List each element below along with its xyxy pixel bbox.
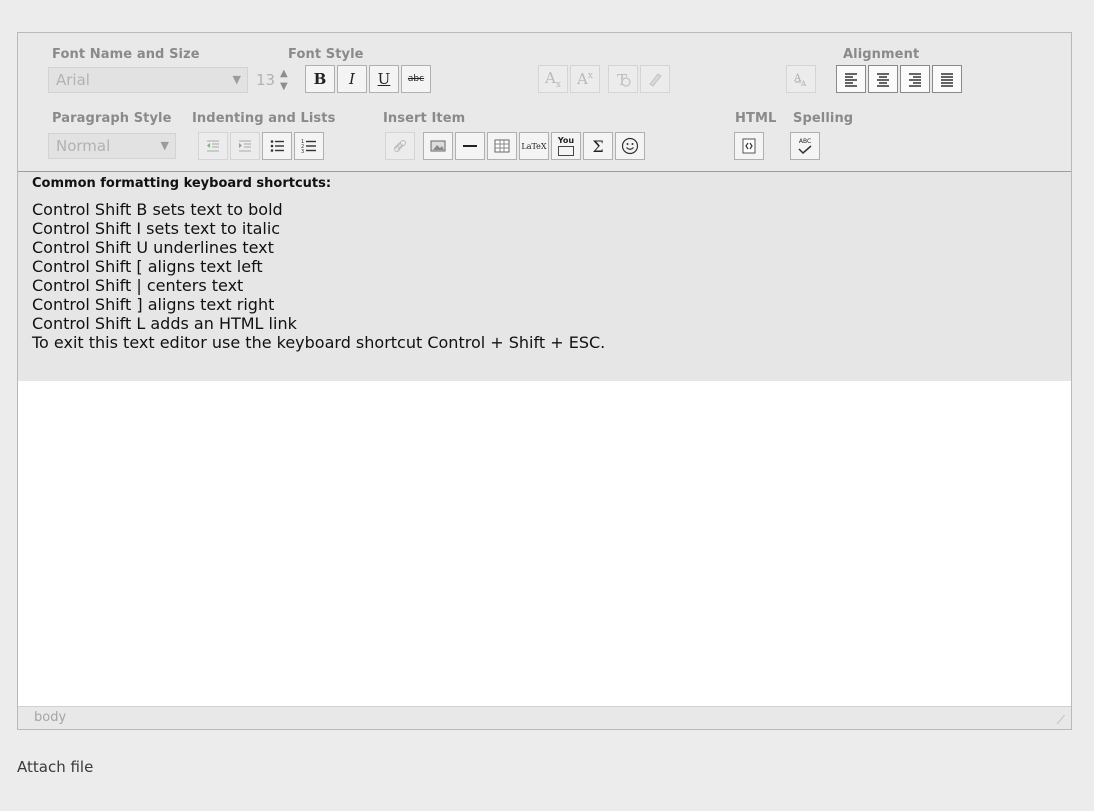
exit-instruction: To exit this text editor use the keyboar… xyxy=(32,333,606,352)
bold-button[interactable]: B xyxy=(305,65,335,93)
bulleted-list-button[interactable] xyxy=(262,132,292,160)
shortcut-line: Control Shift ] aligns text right xyxy=(32,295,275,314)
insert-image-button[interactable] xyxy=(423,132,453,160)
image-icon xyxy=(430,140,446,152)
chevron-down-icon: ▼ xyxy=(160,139,169,152)
sigma-icon: Σ xyxy=(592,136,604,156)
subscript-button[interactable]: Ax xyxy=(538,65,568,93)
font-size-stepper[interactable]: 13 ▲ ▼ xyxy=(256,67,298,93)
italic-icon: I xyxy=(349,70,355,88)
subscript-icon: Ax xyxy=(545,69,561,90)
insert-equation-button[interactable]: Σ xyxy=(583,132,613,160)
html-source-button[interactable] xyxy=(734,132,764,160)
font-name-select[interactable]: Arial ▼ xyxy=(48,67,248,93)
checkmark-icon xyxy=(798,145,812,154)
paragraph-style-select[interactable]: Normal ▼ xyxy=(48,133,176,159)
group-label-font-name-size: Font Name and Size xyxy=(52,47,200,62)
svg-text:A: A xyxy=(800,80,807,88)
insert-latex-button[interactable]: LaTeX xyxy=(519,132,549,160)
shortcut-line: Control Shift L adds an HTML link xyxy=(32,314,297,333)
indent-icon xyxy=(239,140,251,152)
strikethrough-icon: abc xyxy=(407,74,425,84)
font-size-value: 13 xyxy=(256,71,276,89)
shortcut-line: Control Shift U underlines text xyxy=(32,238,274,257)
spinner-arrows-icon: ▲ ▼ xyxy=(280,68,288,92)
subscript-mark: x xyxy=(555,79,561,90)
group-label-spelling: Spelling xyxy=(793,111,854,126)
outdent-icon xyxy=(207,140,219,152)
svg-text:3: 3 xyxy=(301,149,304,154)
superscript-mark: x xyxy=(587,71,593,81)
element-path[interactable]: body xyxy=(34,707,66,729)
group-label-paragraph-style: Paragraph Style xyxy=(52,111,172,126)
underline-icon: U xyxy=(377,70,391,88)
table-icon xyxy=(494,139,510,153)
spell-check-button[interactable]: ABC xyxy=(790,132,820,160)
outdent-button[interactable] xyxy=(198,132,228,160)
group-label-alignment: Alignment xyxy=(843,47,920,62)
editor-content[interactable]: Common formatting keyboard shortcuts: Co… xyxy=(18,172,1071,381)
insert-youtube-button[interactable]: You xyxy=(551,132,581,160)
insert-table-button[interactable] xyxy=(487,132,517,160)
align-center-button[interactable] xyxy=(868,65,898,93)
insert-link-button[interactable] xyxy=(385,132,415,160)
superscript-icon: Ax xyxy=(577,70,593,88)
superscript-button[interactable]: Ax xyxy=(570,65,600,93)
bold-icon: B xyxy=(313,70,327,88)
horizontal-rule-icon xyxy=(463,145,477,147)
align-right-button[interactable] xyxy=(900,65,930,93)
shortcuts-list: Control Shift B sets text to bold Contro… xyxy=(32,200,605,352)
youtube-icon: You xyxy=(557,135,575,145)
highlight-button[interactable] xyxy=(640,65,670,93)
underline-button[interactable]: U xyxy=(369,65,399,93)
shortcut-line: Control Shift B sets text to bold xyxy=(32,200,283,219)
shortcut-line: Control Shift | centers text xyxy=(32,276,244,295)
align-center-icon xyxy=(877,73,889,87)
group-label-insert-item: Insert Item xyxy=(383,111,466,126)
indent-button[interactable] xyxy=(230,132,260,160)
chevron-down-icon: ▼ xyxy=(232,73,241,86)
numbered-list-button[interactable]: 123 xyxy=(294,132,324,160)
highlighter-icon xyxy=(649,73,662,87)
clear-formatting-icon: T xyxy=(617,71,631,88)
strikethrough-button[interactable]: abc xyxy=(401,65,431,93)
align-justify-button[interactable] xyxy=(932,65,962,93)
align-justify-icon xyxy=(941,73,953,87)
group-label-html: HTML xyxy=(735,111,777,126)
italic-button[interactable]: I xyxy=(337,65,367,93)
smiley-icon xyxy=(621,137,639,155)
tv-screen-icon xyxy=(558,145,574,156)
clear-formatting-button[interactable]: T xyxy=(608,65,638,93)
insert-horizontal-rule-button[interactable] xyxy=(455,132,485,160)
html-source-icon xyxy=(742,138,756,154)
insert-emoticon-button[interactable] xyxy=(615,132,645,160)
latex-icon: LaTeX xyxy=(521,141,547,151)
align-left-icon xyxy=(845,73,857,87)
align-right-icon xyxy=(909,73,921,87)
font-name-value: Arial xyxy=(56,71,90,89)
shortcut-line: Control Shift [ aligns text left xyxy=(32,257,263,276)
align-left-button[interactable] xyxy=(836,65,866,93)
rich-text-editor: Font Name and Size Font Style Alignment … xyxy=(17,32,1072,730)
bulleted-list-icon xyxy=(270,140,284,152)
group-label-indenting-lists: Indenting and Lists xyxy=(192,111,336,126)
superscript-glyph: A xyxy=(577,70,588,88)
text-size-button[interactable]: AA xyxy=(786,65,816,93)
shortcuts-heading: Common formatting keyboard shortcuts: xyxy=(32,176,332,191)
editor-statusbar: body ⟋ xyxy=(18,706,1071,729)
paragraph-style-value: Normal xyxy=(56,137,111,155)
spell-check-label: ABC xyxy=(798,138,812,145)
link-icon xyxy=(394,140,406,152)
text-size-icon: AA xyxy=(793,73,807,88)
resize-grip-icon[interactable]: ⟋ xyxy=(1057,709,1065,731)
numbered-list-icon: 123 xyxy=(301,139,316,154)
subscript-glyph: A xyxy=(545,68,556,87)
group-label-font-style: Font Style xyxy=(288,47,364,62)
shortcut-line: Control Shift I sets text to italic xyxy=(32,219,281,238)
attach-file-link[interactable]: Attach file xyxy=(17,758,93,776)
editor-toolbar: Font Name and Size Font Style Alignment … xyxy=(18,33,1071,172)
